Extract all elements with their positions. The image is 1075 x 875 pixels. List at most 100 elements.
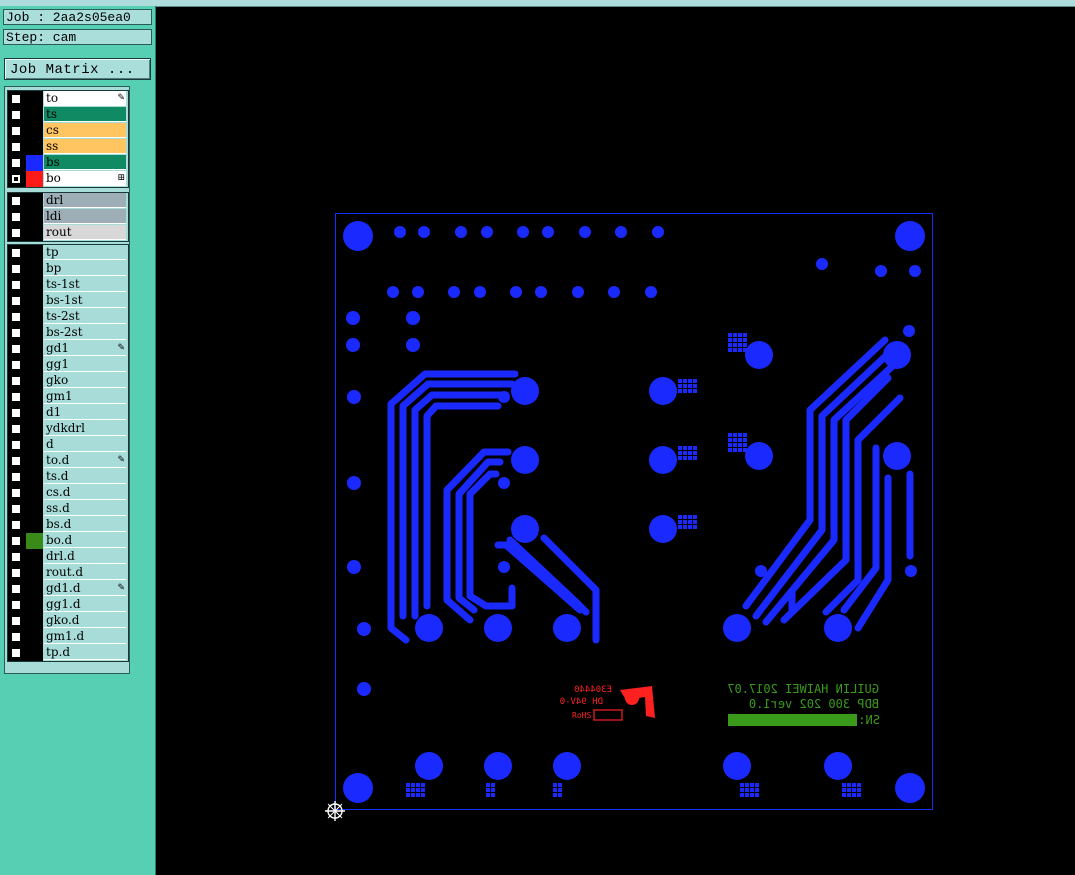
pad (535, 286, 547, 298)
via-array (416, 788, 420, 792)
via-array (688, 389, 692, 393)
pad (572, 286, 584, 298)
via-array (738, 338, 742, 342)
via-array (852, 783, 856, 787)
via-array (743, 348, 747, 352)
pad (346, 311, 360, 325)
pad (406, 338, 420, 352)
via-array (728, 448, 732, 452)
via-array (553, 793, 557, 797)
via-array (857, 783, 861, 787)
pad (347, 390, 361, 404)
pad (357, 622, 371, 636)
via-array (750, 793, 754, 797)
big-pad (649, 515, 677, 543)
pad (615, 226, 627, 238)
via-array (678, 451, 682, 455)
svg-text:RoHS: RoHS (572, 711, 591, 720)
via-array (738, 448, 742, 452)
via-array (693, 515, 697, 519)
via-array (491, 793, 495, 797)
via-array (678, 520, 682, 524)
via-array (733, 438, 737, 442)
via-array (406, 788, 410, 792)
pad (406, 311, 420, 325)
via-array (728, 433, 732, 437)
via-array (745, 788, 749, 792)
via-array (755, 788, 759, 792)
trace (387, 370, 519, 644)
via-array (847, 793, 851, 797)
pad (517, 226, 529, 238)
red-marking: E304440 DH 94V-0 RoHS (560, 685, 655, 721)
pad (357, 682, 371, 696)
via-array (688, 520, 692, 524)
via-array (688, 379, 692, 383)
via-array (743, 338, 747, 342)
via-array (693, 525, 697, 529)
via-array (688, 384, 692, 388)
big-pad (484, 752, 512, 780)
big-pad (649, 377, 677, 405)
pad (347, 560, 361, 574)
via-array (728, 348, 732, 352)
via-array (733, 443, 737, 447)
via-array (743, 448, 747, 452)
pad (579, 226, 591, 238)
big-pad (824, 752, 852, 780)
via-array (743, 433, 747, 437)
via-array (683, 525, 687, 529)
pad (498, 477, 510, 489)
via-array (683, 379, 687, 383)
via-array (740, 783, 744, 787)
big-pad (415, 752, 443, 780)
pad (510, 286, 522, 298)
pad (652, 226, 664, 238)
via-array (678, 379, 682, 383)
silkscreen-block: GUILIN HAIWEI 2017.07 BDP 300 202 ver1.0… (727, 682, 880, 727)
pad (875, 265, 887, 277)
via-array (683, 384, 687, 388)
via-array (693, 520, 697, 524)
board-canvas[interactable]: GUILIN HAIWEI 2017.07 BDP 300 202 ver1.0… (0, 0, 1075, 875)
via-array (728, 333, 732, 337)
via-array (740, 793, 744, 797)
via-array (857, 788, 861, 792)
via-array (743, 443, 747, 447)
big-pad (511, 377, 539, 405)
via-array (421, 783, 425, 787)
via-array (491, 783, 495, 787)
via-array (728, 443, 732, 447)
pad (412, 286, 424, 298)
big-pad (723, 752, 751, 780)
via-array (693, 446, 697, 450)
silk-text-2: BDP 300 202 ver1.0 (749, 697, 879, 711)
via-array (728, 438, 732, 442)
pad (909, 265, 921, 277)
via-array (733, 348, 737, 352)
via-array (688, 515, 692, 519)
via-array (738, 438, 742, 442)
big-pad (553, 614, 581, 642)
via-array (421, 793, 425, 797)
red-text-2: DH 94V-0 (560, 697, 603, 707)
via-array (750, 788, 754, 792)
big-pad (883, 442, 911, 470)
via-array (743, 438, 747, 442)
big-pad (415, 614, 443, 642)
via-array (738, 433, 742, 437)
via-array (847, 788, 851, 792)
trace (484, 584, 516, 610)
big-pad (511, 446, 539, 474)
big-pad (824, 614, 852, 642)
big-pad (649, 446, 677, 474)
via-array (678, 384, 682, 388)
via-array (728, 338, 732, 342)
via-array (683, 515, 687, 519)
via-array (406, 783, 410, 787)
pad (498, 561, 510, 573)
pad (448, 286, 460, 298)
via-array (558, 783, 562, 787)
via-array (733, 448, 737, 452)
mount-hole (343, 773, 373, 803)
